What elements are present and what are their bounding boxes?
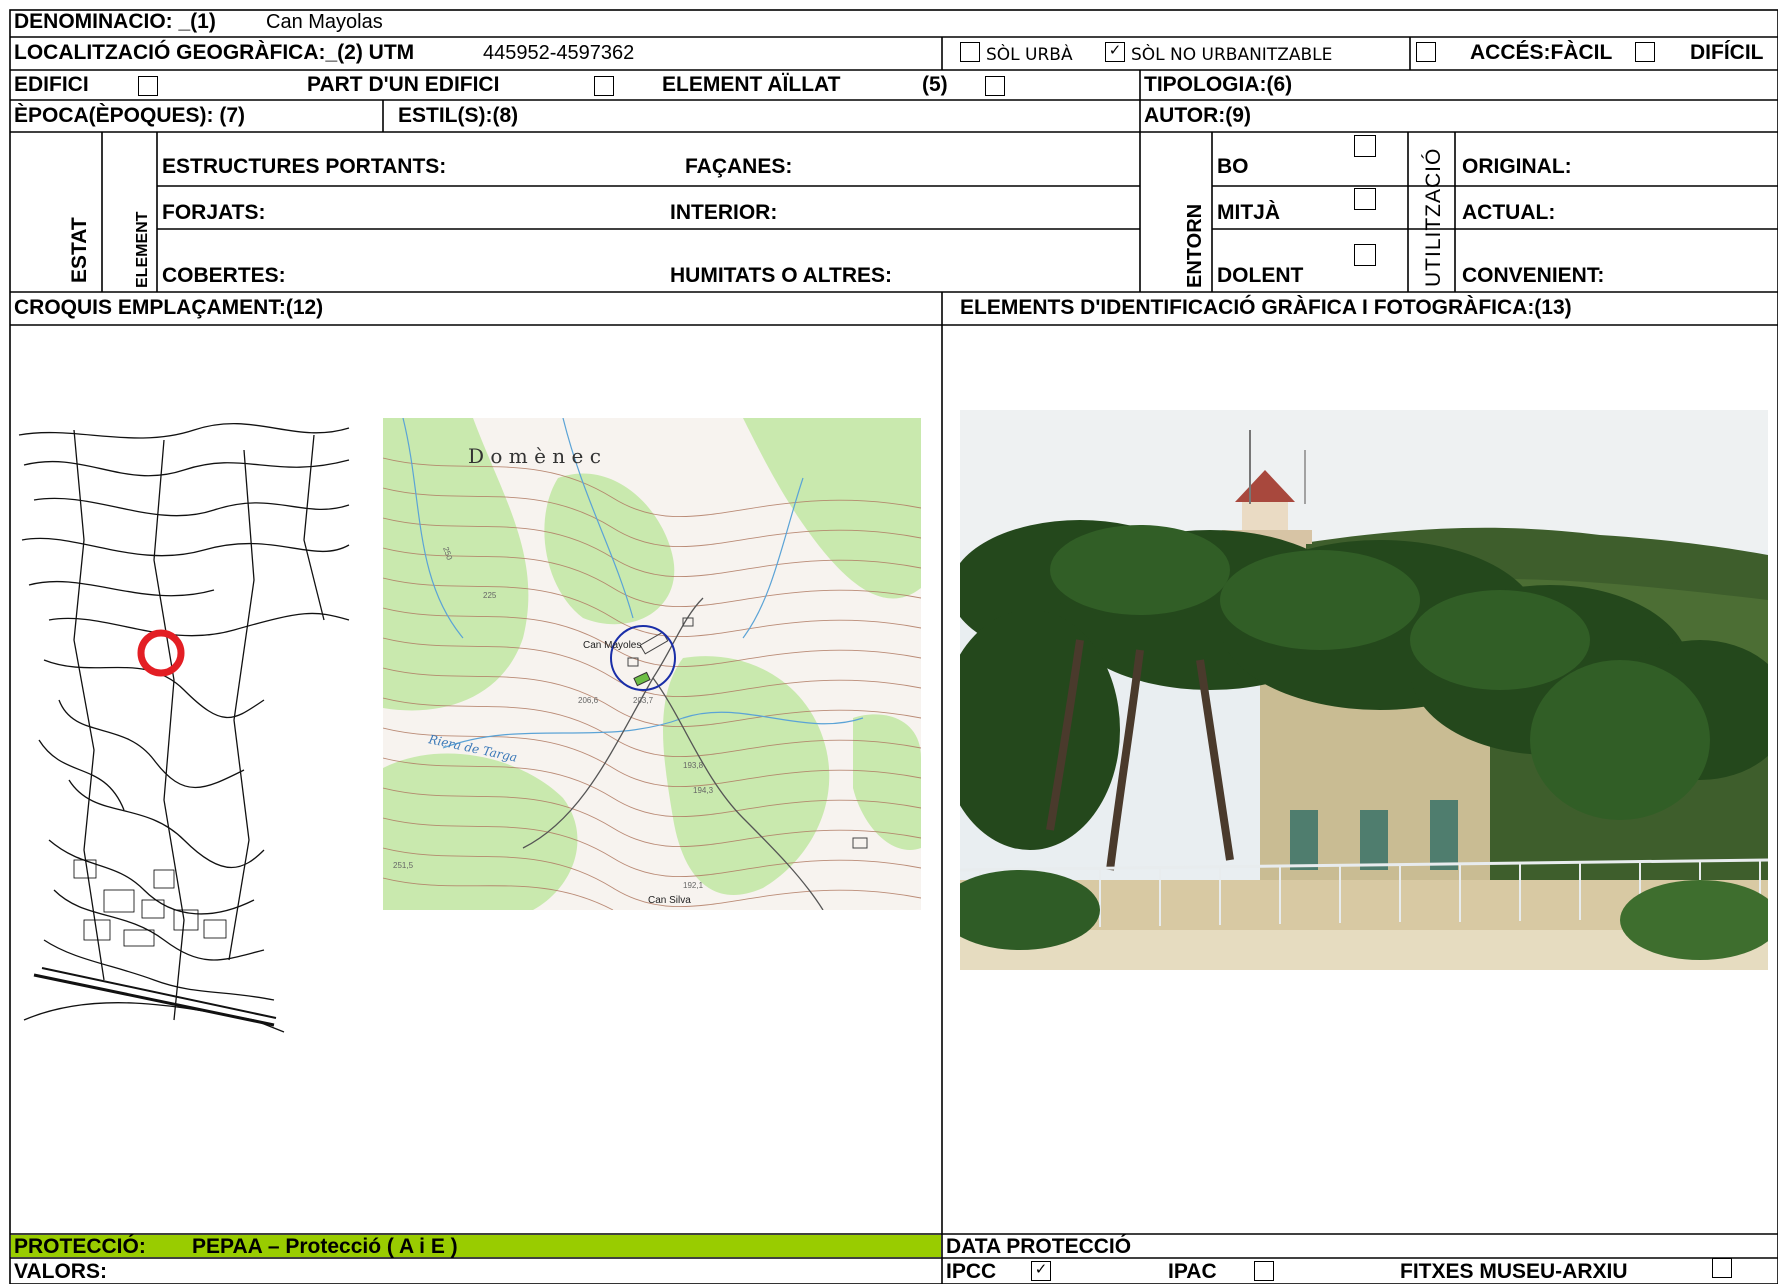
facanes-label: FAÇANES: — [685, 155, 793, 178]
element-label: ELEMENT — [134, 211, 151, 288]
localitzacio-label: LOCALITZACIÓ GEOGRÀFICA:_(2) UTM — [14, 41, 415, 64]
elev-225: 225 — [483, 591, 497, 600]
humitats-label: HUMITATS O ALTRES: — [670, 264, 893, 287]
acces-checkbox-blank[interactable] — [1416, 42, 1436, 62]
sol-urba-checkbox[interactable] — [960, 42, 980, 62]
ipcc-label: IPCC — [946, 1260, 997, 1283]
elev-2066: 206,6 — [578, 696, 599, 705]
data-proteccio-label: DATA PROTECCIÓ — [946, 1235, 1132, 1258]
ipac-label: IPAC — [1168, 1260, 1217, 1283]
valors-label: VALORS: — [14, 1260, 107, 1283]
epoca-label: ÈPOCA(ÈPOQUES): (7) — [14, 104, 246, 127]
dolent-checkbox[interactable] — [1354, 244, 1376, 266]
localitzacio-value: 445952-4597362 — [483, 42, 635, 64]
original-label: ORIGINAL: — [1462, 155, 1572, 178]
elev-2515: 251,5 — [393, 861, 414, 870]
edifici-label: EDIFICI — [14, 73, 89, 96]
map-can-silva-label: Can Silva — [648, 895, 691, 906]
sketch-map — [18, 423, 350, 1033]
elev-1943: 194,3 — [693, 786, 714, 795]
map-place-label: D o m è n e c — [468, 444, 601, 468]
denominacio-label: DENOMINACIO: _(1) — [14, 10, 216, 33]
part-edifici-label: PART D'UN EDIFICI — [307, 73, 500, 96]
bo-label: BO — [1217, 155, 1249, 178]
denominacio-value: Can Mayolas — [266, 11, 383, 33]
interior-label: INTERIOR: — [670, 201, 778, 224]
sol-no-urbanitzable-checkbox[interactable]: ✓ — [1105, 42, 1125, 62]
acces-dificil-label: DIFÍCIL — [1690, 41, 1764, 64]
proteccio-bar — [11, 1235, 941, 1257]
building-photo — [960, 410, 1768, 970]
elev-2037: 203,7 — [633, 696, 654, 705]
fitxes-label: FITXES MUSEU-ARXIU — [1400, 1260, 1628, 1283]
estat-label: ESTAT — [68, 217, 91, 283]
actual-label: ACTUAL: — [1462, 201, 1556, 224]
cobertes-label: COBERTES: — [162, 264, 286, 287]
convenient-label: CONVENIENT: — [1462, 264, 1605, 287]
element-aillat-label: ELEMENT AÏLLAT — [662, 73, 841, 96]
forjats-label: FORJATS: — [162, 201, 266, 224]
bo-checkbox[interactable] — [1354, 135, 1376, 157]
entorn-label: ENTORN — [1184, 203, 1206, 288]
mitja-checkbox[interactable] — [1354, 188, 1376, 210]
topographic-map: D o m è n e c Can Mayoles Riera de Targa… — [383, 418, 921, 910]
check-icon: ✓ — [1034, 1261, 1048, 1278]
elev-1921: 192,1 — [683, 881, 704, 890]
elements-title: ELEMENTS D'IDENTIFICACIÓ GRÀFICA I FOTOG… — [960, 296, 1572, 319]
sol-no-urbanitzable-label: SÒL NO URBANITZABLE — [1131, 45, 1333, 65]
croquis-title: CROQUIS EMPLAÇAMENT:(12) — [14, 296, 324, 319]
ipcc-checkbox[interactable]: ✓ — [1031, 1261, 1051, 1281]
utilitzacio-label: UTILITZACIÓ — [1422, 147, 1445, 287]
acces-facil-checkbox[interactable] — [1635, 42, 1655, 62]
tipologia-label: TIPOLOGIA:(6) — [1144, 73, 1293, 96]
estil-label: ESTIL(S):(8) — [398, 104, 519, 127]
estructures-label: ESTRUCTURES PORTANTS: — [162, 155, 447, 178]
dolent-label: DOLENT — [1217, 264, 1304, 287]
element-aillat-checkbox[interactable] — [985, 76, 1005, 96]
elev-1938: 193,8 — [683, 761, 704, 770]
fitxes-checkbox[interactable] — [1712, 1258, 1732, 1278]
proteccio-value: PEPAA – Protecció ( A i E ) — [192, 1235, 458, 1258]
ipac-checkbox[interactable] — [1254, 1261, 1274, 1281]
sol-urba-label: SÒL URBÀ — [986, 45, 1073, 65]
part-edifici-checkbox[interactable] — [594, 76, 614, 96]
edifici-checkbox[interactable] — [138, 76, 158, 96]
autor-label: AUTOR:(9) — [1144, 104, 1251, 127]
check-icon: ✓ — [1108, 42, 1122, 59]
acces-facil-label: ACCÉS:FÀCIL — [1470, 41, 1613, 64]
map-can-mayoles-label: Can Mayoles — [583, 640, 641, 651]
proteccio-label: PROTECCIÓ: — [14, 1235, 146, 1258]
num5-label: (5) — [922, 73, 948, 96]
mitja-label: MITJÀ — [1217, 201, 1280, 224]
